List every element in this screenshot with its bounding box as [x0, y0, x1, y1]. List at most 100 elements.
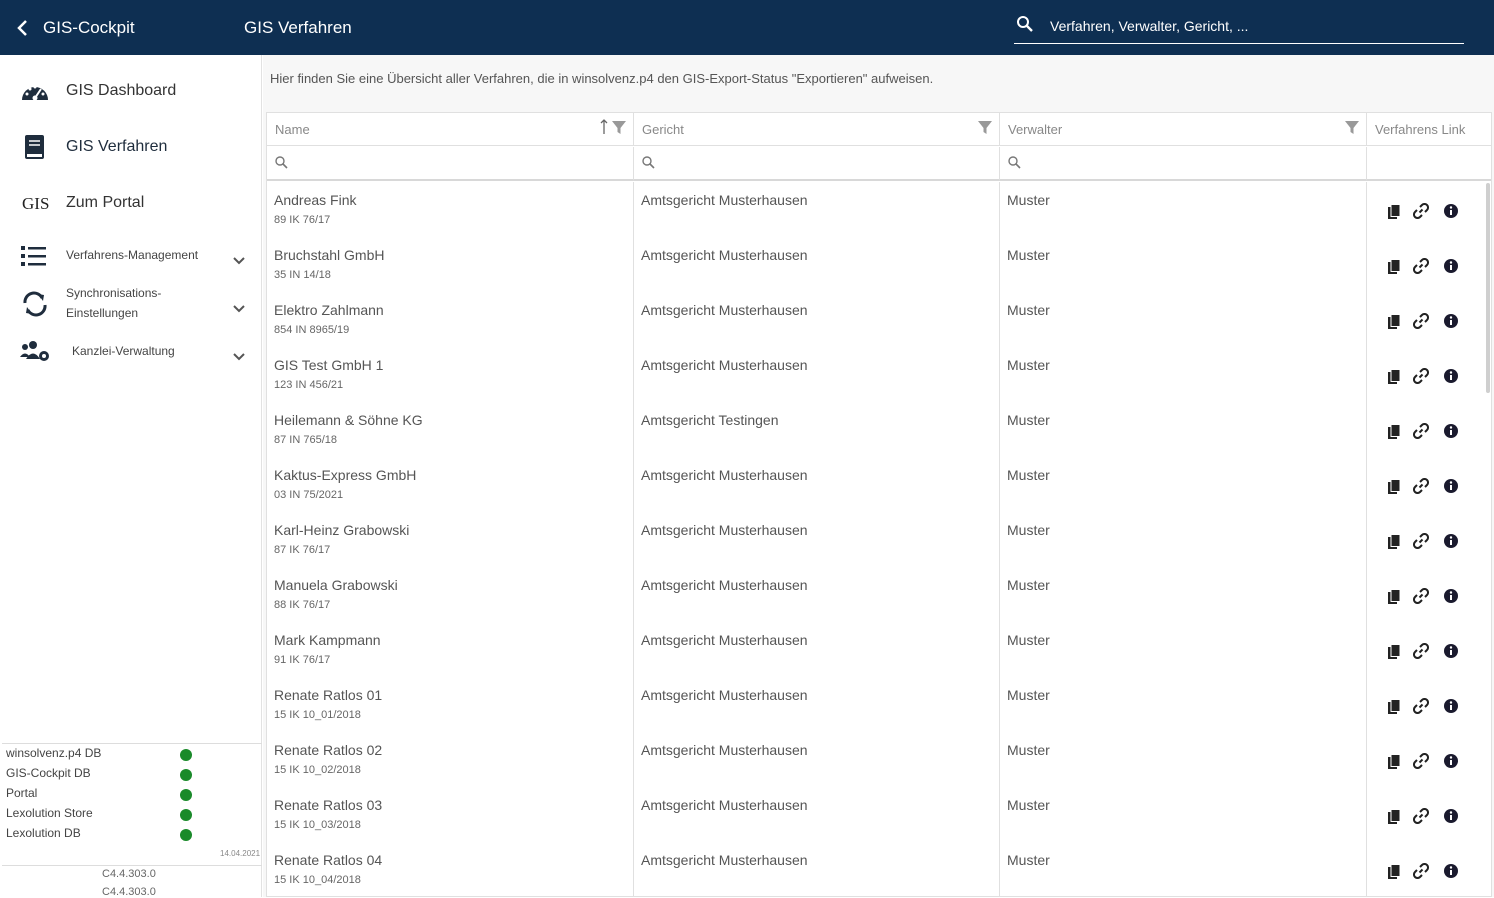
filter-icon[interactable]: [612, 121, 626, 135]
verfahren-name[interactable]: Elektro Zahlmann: [274, 302, 384, 318]
link-icon[interactable]: [1412, 312, 1430, 330]
info-icon[interactable]: [1443, 753, 1459, 769]
link-icon[interactable]: [1412, 807, 1430, 825]
cell-name: Renate Ratlos 01 15 IK 10_01/2018: [267, 677, 634, 732]
copy-icon[interactable]: [1387, 424, 1403, 440]
global-search-input[interactable]: [1050, 18, 1450, 34]
gericht-value: Amtsgericht Musterhausen: [641, 357, 808, 373]
link-icon[interactable]: [1412, 752, 1430, 770]
filter-input-gericht[interactable]: [660, 153, 960, 173]
table-row[interactable]: Elektro Zahlmann 854 IN 8965/19 Amtsgeri…: [267, 292, 1491, 347]
table-row[interactable]: Renate Ratlos 04 15 IK 10_04/2018 Amtsge…: [267, 842, 1491, 897]
copy-icon[interactable]: [1387, 259, 1403, 275]
link-icon[interactable]: [1412, 642, 1430, 660]
column-header-verwalter[interactable]: Verwalter: [1000, 113, 1367, 146]
chevron-down-icon[interactable]: [232, 301, 246, 313]
verfahren-name[interactable]: Renate Ratlos 04: [274, 852, 382, 868]
info-icon[interactable]: [1443, 808, 1459, 824]
copy-icon[interactable]: [1387, 314, 1403, 330]
table-row[interactable]: Mark Kampmann 91 IK 76/17 Amtsgericht Mu…: [267, 622, 1491, 677]
column-header-name[interactable]: Name: [267, 113, 634, 146]
table-row[interactable]: Renate Ratlos 02 15 IK 10_02/2018 Amtsge…: [267, 732, 1491, 787]
copy-icon[interactable]: [1387, 204, 1403, 220]
verfahren-name[interactable]: Renate Ratlos 02: [274, 742, 382, 758]
table-row[interactable]: Kaktus-Express GmbH 03 IN 75/2021 Amtsge…: [267, 457, 1491, 512]
link-icon[interactable]: [1412, 367, 1430, 385]
info-icon[interactable]: [1443, 313, 1459, 329]
table-scrollbar[interactable]: [1486, 183, 1490, 393]
filter-icon[interactable]: [978, 121, 992, 135]
table-row[interactable]: Heilemann & Söhne KG 87 IN 765/18 Amtsge…: [267, 402, 1491, 457]
copy-icon[interactable]: [1387, 754, 1403, 770]
table-row[interactable]: Renate Ratlos 01 15 IK 10_01/2018 Amtsge…: [267, 677, 1491, 732]
sidebar-item-label: Zum Portal: [66, 194, 145, 211]
verfahren-name[interactable]: Renate Ratlos 03: [274, 797, 382, 813]
sidebar-group-kanzlei-verwaltung[interactable]: Kanzlei-Verwaltung: [2, 339, 260, 369]
link-icon[interactable]: [1412, 257, 1430, 275]
status-label: Lexolution Store: [6, 806, 93, 820]
info-icon[interactable]: [1443, 368, 1459, 384]
link-icon[interactable]: [1412, 532, 1430, 550]
link-icon[interactable]: [1412, 202, 1430, 220]
link-icon[interactable]: [1412, 587, 1430, 605]
copy-icon[interactable]: [1387, 864, 1403, 880]
table-row[interactable]: Andreas Fink 89 IK 76/17 Amtsgericht Mus…: [267, 182, 1491, 237]
copy-icon[interactable]: [1387, 479, 1403, 495]
column-header-gericht[interactable]: Gericht: [634, 113, 1000, 146]
table-row[interactable]: Renate Ratlos 03 15 IK 10_03/2018 Amtsge…: [267, 787, 1491, 842]
status-ok-indicator: [180, 769, 192, 781]
copy-icon[interactable]: [1387, 699, 1403, 715]
table-row[interactable]: GIS Test GmbH 1 123 IN 456/21 Amtsgerich…: [267, 347, 1491, 402]
sidebar-group-synchronisations-einstellungen[interactable]: Synchronisations- Einstellungen: [2, 283, 260, 325]
sidebar-item-gis-verfahren[interactable]: GIS Verfahren: [2, 125, 260, 169]
sidebar-item-zum-portal[interactable]: GIS Zum Portal: [2, 181, 260, 225]
verfahren-name[interactable]: Bruchstahl GmbH: [274, 247, 384, 263]
status-row: Portal: [6, 786, 206, 806]
chevron-down-icon[interactable]: [232, 349, 246, 361]
verfahren-name[interactable]: Mark Kampmann: [274, 632, 381, 648]
verfahren-name[interactable]: Manuela Grabowski: [274, 577, 398, 593]
table-row[interactable]: Manuela Grabowski 88 IK 76/17 Amtsgerich…: [267, 567, 1491, 622]
copy-icon[interactable]: [1387, 369, 1403, 385]
link-icon[interactable]: [1412, 422, 1430, 440]
sidebar-group-verfahrens-management[interactable]: Verfahrens-Management: [2, 241, 260, 271]
info-icon[interactable]: [1443, 258, 1459, 274]
verfahren-name[interactable]: Andreas Fink: [274, 192, 356, 208]
info-icon[interactable]: [1443, 478, 1459, 494]
verfahren-name[interactable]: Karl-Heinz Grabowski: [274, 522, 409, 538]
verfahren-name[interactable]: Renate Ratlos 01: [274, 687, 382, 703]
table-row[interactable]: Karl-Heinz Grabowski 87 IK 76/17 Amtsger…: [267, 512, 1491, 567]
copy-icon[interactable]: [1387, 534, 1403, 550]
filter-input-verwalter[interactable]: [1026, 153, 1326, 173]
cell-actions: [1367, 512, 1491, 567]
info-icon[interactable]: [1443, 698, 1459, 714]
sidebar-item-gis-dashboard[interactable]: GIS Dashboard: [2, 69, 260, 113]
verwalter-value: Muster: [1007, 412, 1050, 428]
verfahren-name[interactable]: Kaktus-Express GmbH: [274, 467, 416, 483]
info-icon[interactable]: [1443, 533, 1459, 549]
link-icon[interactable]: [1412, 697, 1430, 715]
verfahren-name[interactable]: GIS Test GmbH 1: [274, 357, 383, 373]
info-icon[interactable]: [1443, 203, 1459, 219]
cell-gericht: Amtsgericht Musterhausen: [634, 622, 1000, 677]
info-icon[interactable]: [1443, 863, 1459, 879]
info-icon[interactable]: [1443, 588, 1459, 604]
sort-ascending-icon[interactable]: [600, 119, 608, 135]
link-icon[interactable]: [1412, 477, 1430, 495]
aktenzeichen: 91 IK 76/17: [274, 654, 331, 666]
back-arrow-icon[interactable]: [14, 16, 34, 40]
chevron-down-icon[interactable]: [232, 253, 246, 265]
copy-icon[interactable]: [1387, 589, 1403, 605]
info-icon[interactable]: [1443, 643, 1459, 659]
copy-icon[interactable]: [1387, 809, 1403, 825]
cell-name: GIS Test GmbH 1 123 IN 456/21: [267, 347, 634, 402]
status-row: winsolvenz.p4 DB: [6, 746, 206, 766]
filter-input-name[interactable]: [293, 153, 593, 173]
copy-icon[interactable]: [1387, 644, 1403, 660]
info-icon[interactable]: [1443, 423, 1459, 439]
table-row[interactable]: Bruchstahl GmbH 35 IN 14/18 Amtsgericht …: [267, 237, 1491, 292]
verfahren-name[interactable]: Heilemann & Söhne KG: [274, 412, 423, 428]
filter-icon[interactable]: [1345, 121, 1359, 135]
app-title[interactable]: GIS-Cockpit: [43, 18, 135, 38]
link-icon[interactable]: [1412, 862, 1430, 880]
